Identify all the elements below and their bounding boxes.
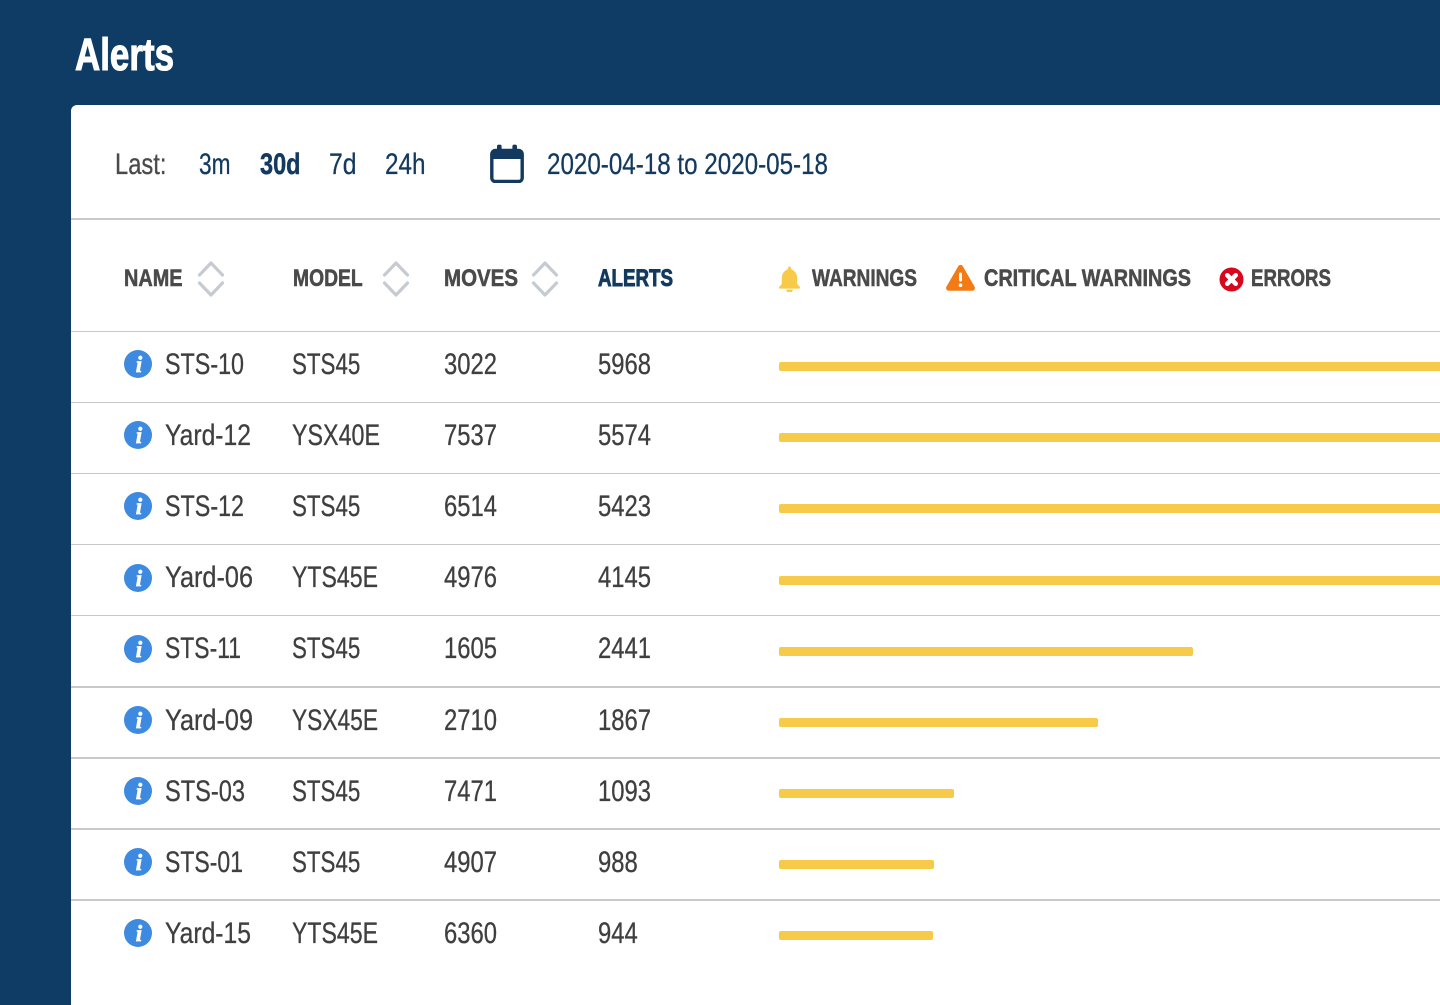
svg-text:i: i [135,779,142,804]
svg-text:i: i [135,637,142,662]
svg-text:i: i [135,921,142,946]
svg-text:i: i [135,494,142,519]
svg-text:i: i [135,850,142,875]
svg-text:i: i [135,423,142,448]
svg-text:i: i [135,708,142,733]
svg-text:i: i [135,566,142,591]
svg-text:i: i [135,352,142,377]
